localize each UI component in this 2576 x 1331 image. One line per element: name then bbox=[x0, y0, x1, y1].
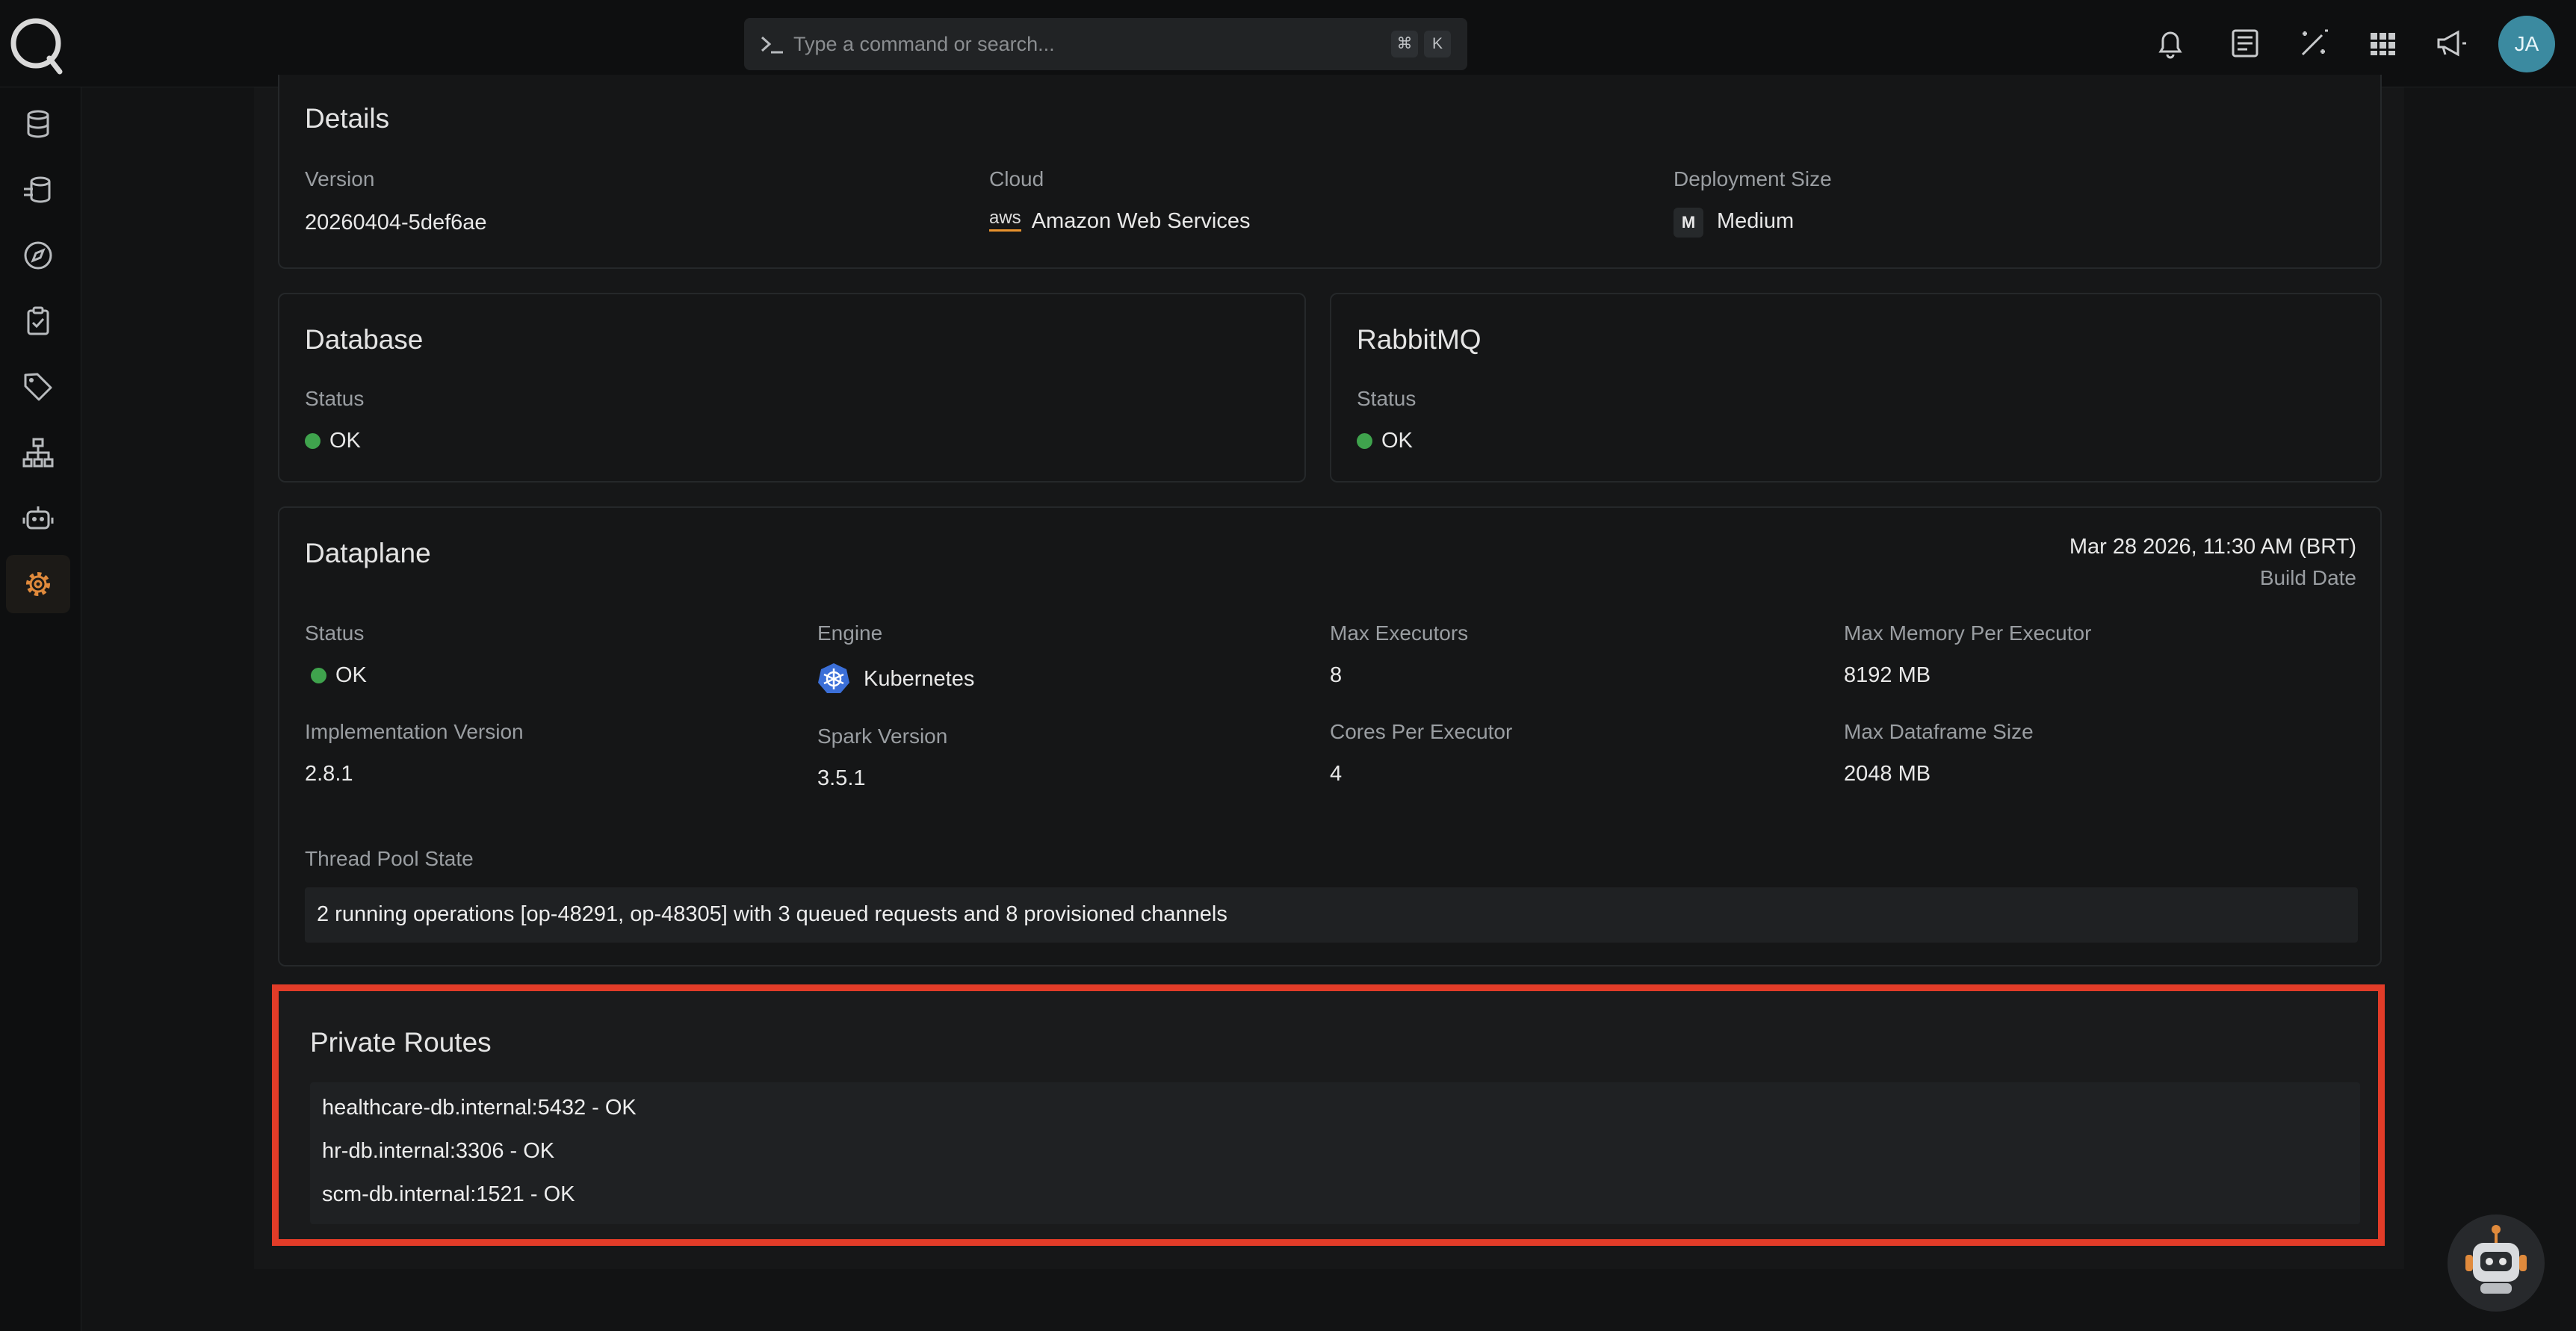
cloud-value: Amazon Web Services bbox=[1031, 209, 1251, 233]
database-status-value: OK bbox=[329, 429, 361, 453]
aws-logo-icon: aws bbox=[989, 208, 1021, 232]
sidebar-item-datasets[interactable] bbox=[6, 95, 70, 153]
deployment-size-value: Medium bbox=[1717, 209, 1795, 233]
search-placeholder: Type a command or search... bbox=[793, 33, 1055, 55]
command-search-input[interactable]: Type a command or search... ⌘ K bbox=[744, 18, 1467, 70]
database-card: Database Status OK bbox=[278, 293, 1306, 483]
thread-pool-state-value: 2 running operations [op-48291, op-48305… bbox=[317, 902, 1227, 926]
gear-icon bbox=[26, 572, 50, 596]
private-routes-card: Private Routes healthcare-db.internal:54… bbox=[272, 984, 2385, 1246]
deployment-size-row: M Medium bbox=[1674, 208, 1794, 238]
medium-size-badge-icon: M bbox=[1674, 208, 1703, 238]
app-logo-icon[interactable] bbox=[6, 15, 66, 75]
user-avatar[interactable]: JA bbox=[2498, 16, 2555, 72]
dataplane-title: Dataplane bbox=[305, 538, 431, 568]
cloud-value-row: aws Amazon Web Services bbox=[989, 208, 1251, 234]
database-title: Database bbox=[305, 324, 424, 355]
private-routes-list: healthcare-db.internal:5432 - OK hr-db.i… bbox=[310, 1082, 2360, 1224]
max-memory-value: 8192 MB bbox=[1844, 663, 1931, 687]
megaphone-icon[interactable] bbox=[2433, 25, 2470, 62]
kubernetes-icon bbox=[818, 663, 849, 693]
details-title: Details bbox=[305, 103, 390, 134]
sidebar-item-tags[interactable] bbox=[6, 358, 70, 416]
implementation-version-value: 2.8.1 bbox=[305, 762, 353, 786]
build-date-value: Mar 28 2026, 11:30 AM (BRT) bbox=[2069, 535, 2356, 559]
sidebar-item-tasks[interactable] bbox=[6, 292, 70, 350]
build-date-label: Build Date bbox=[2259, 566, 2356, 589]
rabbitmq-title: RabbitMQ bbox=[1357, 324, 1481, 355]
database-icon bbox=[27, 110, 49, 138]
version-label: Version bbox=[305, 167, 375, 190]
route-item: healthcare-db.internal:5432 - OK bbox=[322, 1096, 637, 1120]
sidebar-item-agents[interactable] bbox=[6, 489, 70, 547]
status-ok-dot-icon bbox=[305, 433, 321, 449]
max-dataframe-size-value: 2048 MB bbox=[1844, 762, 1931, 786]
sidebar-nav bbox=[0, 87, 81, 1331]
sidebar-item-pipelines[interactable] bbox=[6, 161, 70, 219]
rabbitmq-status-value: OK bbox=[1381, 429, 1413, 453]
sidebar-item-explore[interactable] bbox=[6, 226, 70, 285]
route-item: hr-db.internal:3306 - OK bbox=[322, 1139, 555, 1163]
engine-value-row: Kubernetes bbox=[817, 662, 974, 695]
robot-icon bbox=[22, 506, 54, 530]
spark-version-value: 3.5.1 bbox=[817, 766, 866, 790]
max-memory-label: Max Memory Per Executor bbox=[1844, 621, 2092, 645]
rabbitmq-status-label: Status bbox=[1357, 387, 1417, 410]
database-status-row: OK bbox=[305, 429, 361, 453]
cores-per-executor-value: 4 bbox=[1330, 762, 1343, 786]
status-ok-dot-icon bbox=[1357, 433, 1372, 449]
robot-assistant-icon bbox=[2465, 1225, 2527, 1294]
version-value: 20260404-5def6ae bbox=[305, 211, 487, 235]
compass-icon bbox=[24, 241, 52, 270]
cores-per-executor-label: Cores Per Executor bbox=[1330, 720, 1513, 743]
deployment-size-label: Deployment Size bbox=[1674, 167, 1832, 190]
hierarchy-icon bbox=[22, 438, 54, 468]
thread-pool-state-label: Thread Pool State bbox=[305, 847, 474, 870]
assistant-bot-button[interactable] bbox=[2447, 1214, 2545, 1312]
magic-wand-icon[interactable] bbox=[2295, 25, 2332, 62]
dataplane-status-row: OK bbox=[311, 663, 367, 688]
document-icon[interactable] bbox=[2226, 25, 2264, 62]
sidebar-item-settings[interactable] bbox=[6, 555, 70, 613]
route-item: scm-db.internal:1521 - OK bbox=[322, 1182, 575, 1206]
private-routes-title: Private Routes bbox=[310, 1027, 492, 1058]
apps-grid-icon[interactable] bbox=[2364, 25, 2401, 62]
database-flow-icon bbox=[24, 176, 51, 203]
thread-pool-state-box: 2 running operations [op-48291, op-48305… bbox=[305, 887, 2358, 943]
status-ok-dot-icon bbox=[311, 668, 326, 683]
k-key-hint: K bbox=[1424, 31, 1451, 58]
rabbitmq-card: RabbitMQ Status OK bbox=[1330, 293, 2382, 483]
max-executors-label: Max Executors bbox=[1330, 621, 1469, 645]
database-status-label: Status bbox=[305, 387, 365, 410]
implementation-version-label: Implementation Version bbox=[305, 720, 524, 743]
dataplane-status-label: Status bbox=[305, 621, 365, 645]
rabbitmq-status-row: OK bbox=[1357, 429, 1413, 453]
command-key-icon: ⌘ bbox=[1391, 31, 1418, 58]
tag-icon bbox=[24, 373, 52, 401]
details-card: Details Version 20260404-5def6ae Cloud a… bbox=[278, 75, 2382, 269]
clipboard-check-icon bbox=[27, 306, 49, 335]
spark-version-label: Spark Version bbox=[817, 725, 948, 748]
cloud-label: Cloud bbox=[989, 167, 1044, 190]
max-dataframe-size-label: Max Dataframe Size bbox=[1844, 720, 2034, 743]
max-executors-value: 8 bbox=[1330, 663, 1343, 687]
dataplane-card: Dataplane Mar 28 2026, 11:30 AM (BRT) Bu… bbox=[278, 506, 2382, 967]
engine-value: Kubernetes bbox=[864, 667, 975, 691]
terminal-prompt-icon bbox=[761, 36, 783, 54]
dataplane-status-value: OK bbox=[335, 663, 367, 687]
sidebar-item-lineage[interactable] bbox=[6, 424, 70, 482]
engine-label: Engine bbox=[817, 621, 883, 645]
bell-icon[interactable] bbox=[2152, 25, 2189, 62]
